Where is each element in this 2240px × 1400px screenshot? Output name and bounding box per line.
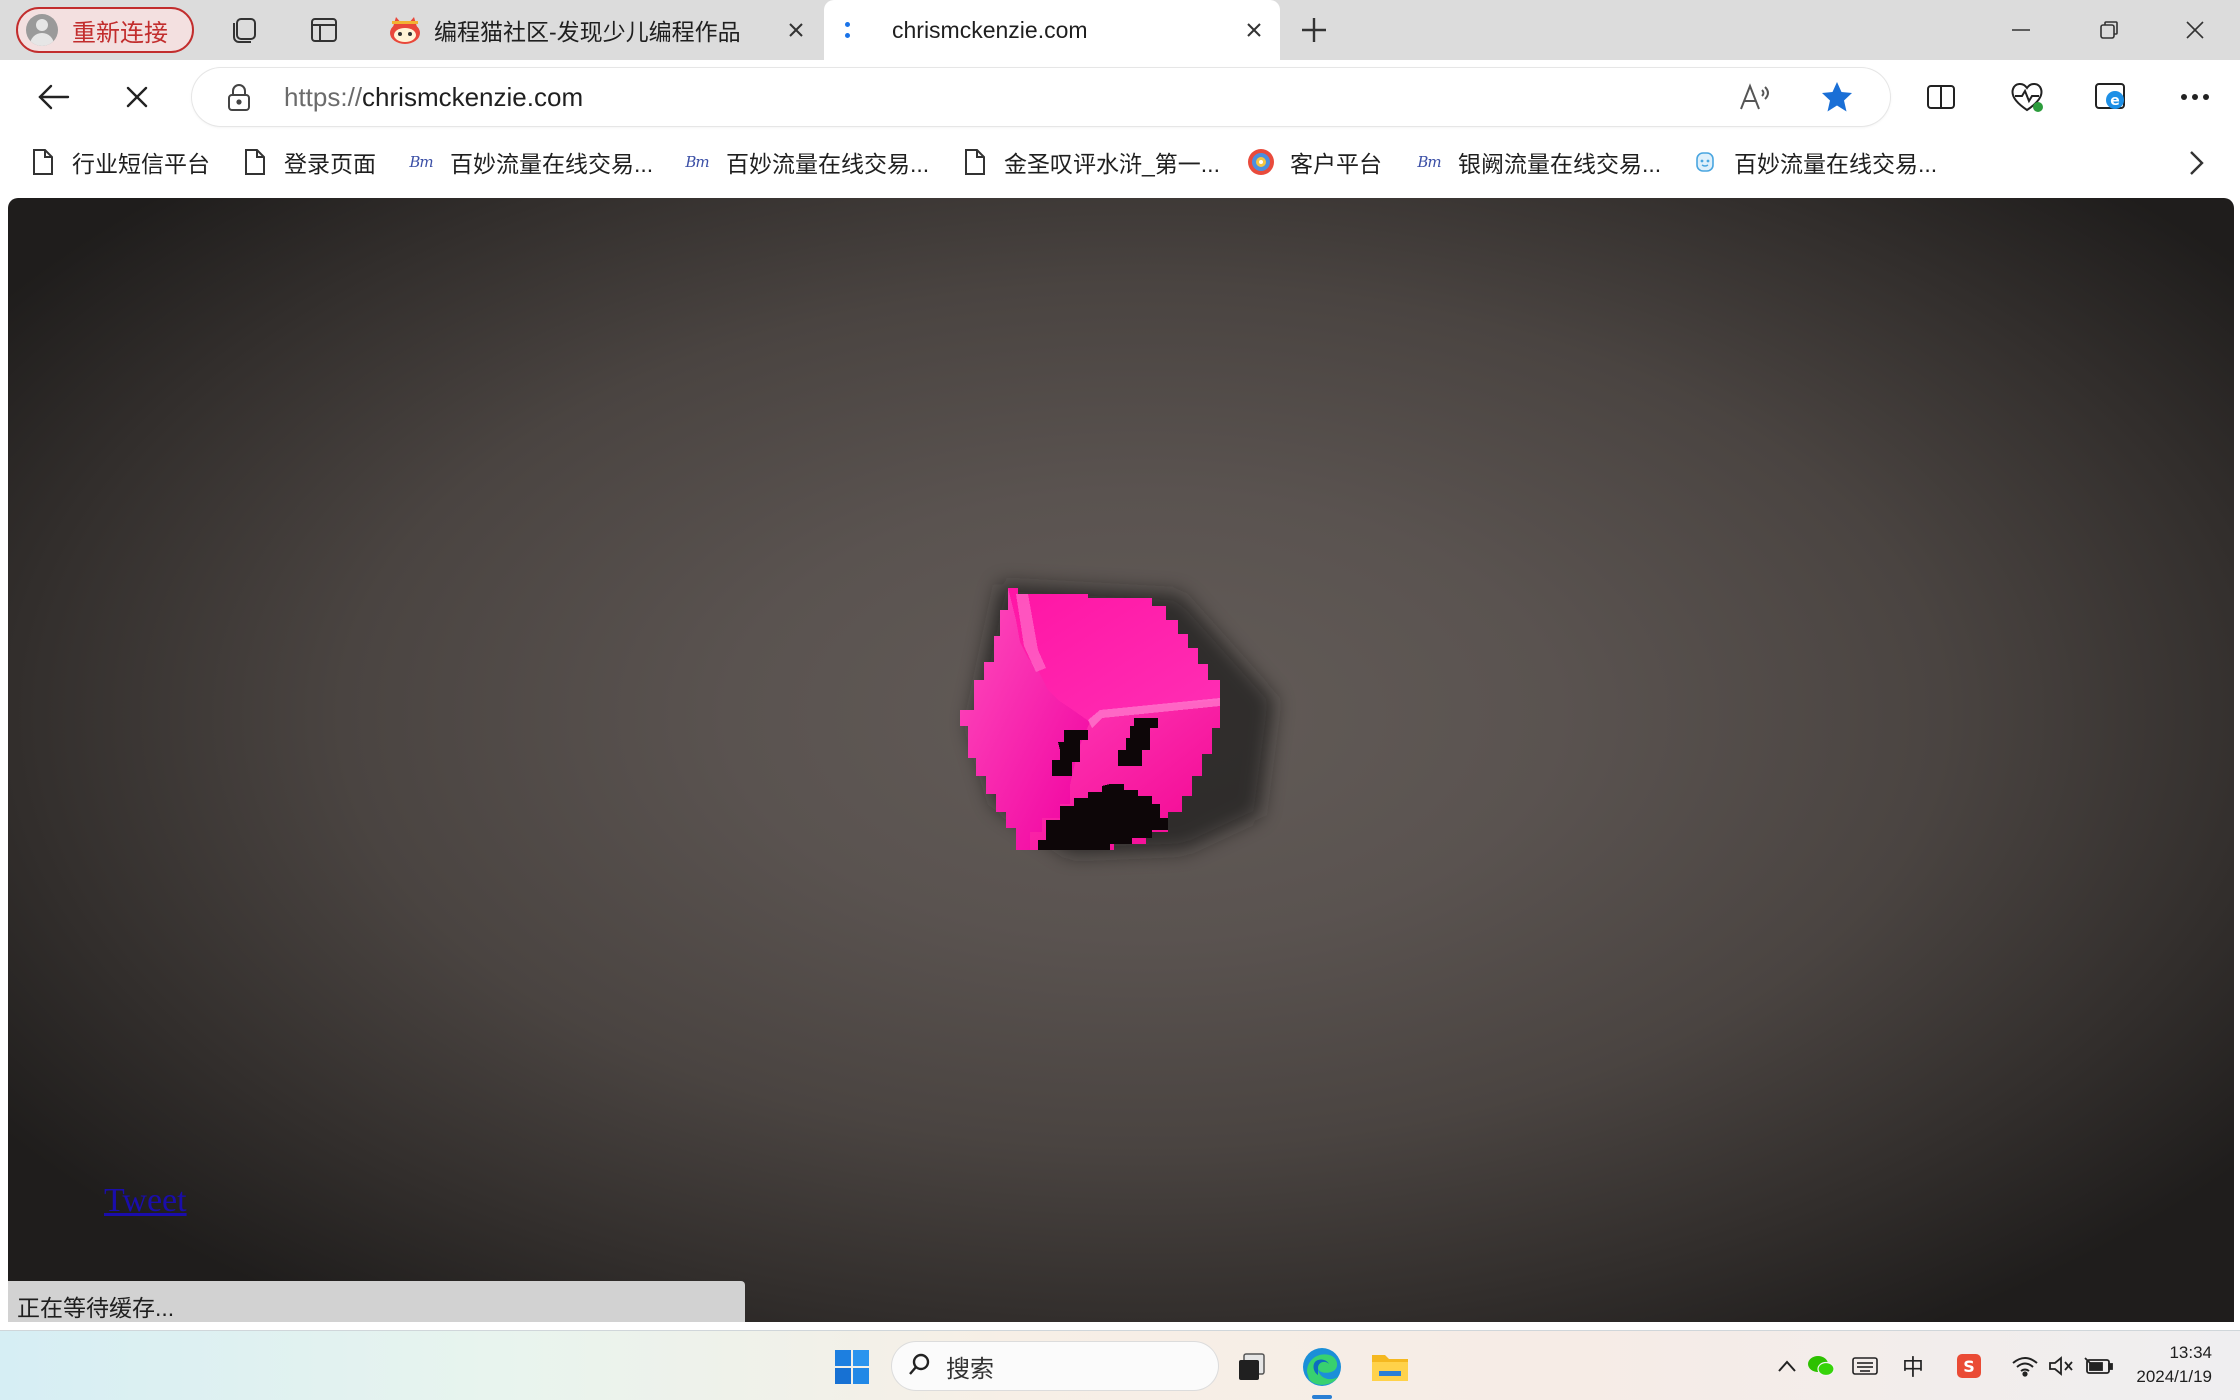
tab-title: 编程猫社区-发现少儿编程作品: [434, 19, 741, 45]
page-icon: [28, 147, 58, 177]
edge-taskbar-icon[interactable]: [1296, 1341, 1348, 1399]
workspaces-icon[interactable]: [226, 12, 262, 48]
favorites-bar: 行业短信平台 登录页面 Bm 百妙流量在线交易... Bm 百妙流量在线交易..…: [0, 132, 2240, 194]
navigation-toolbar: https://chrismckenzie.com e: [0, 60, 2240, 132]
script-logo-icon: Bm: [1417, 153, 1441, 171]
keyboard-icon[interactable]: [1850, 1351, 1880, 1381]
split-screen-icon[interactable]: [1918, 74, 1964, 120]
script-logo-icon: Bm: [409, 153, 433, 171]
bookmark-label: 银阙流量在线交易...: [1458, 151, 1662, 177]
blue-face-icon: [1690, 147, 1720, 177]
more-menu-icon[interactable]: [2172, 74, 2218, 120]
clock-time: 13:34: [2169, 1343, 2212, 1362]
bookmark-item[interactable]: Bm 银阙流量在线交易...: [1414, 144, 1661, 180]
page-icon: [240, 147, 270, 177]
new-tab-button[interactable]: [1296, 12, 1332, 48]
chevron-up-icon[interactable]: [1772, 1351, 1802, 1381]
address-bar[interactable]: https://chrismckenzie.com: [192, 68, 1890, 126]
tab-codemao[interactable]: 编程猫社区-发现少儿编程作品: [372, 0, 822, 60]
bookmark-label: 金圣叹评水浒_第一...: [1004, 151, 1220, 177]
svg-text:e: e: [2110, 93, 2120, 109]
search-icon: [908, 1352, 932, 1381]
script-logo-icon: Bm: [685, 153, 709, 171]
tweet-link[interactable]: Tweet: [104, 1182, 187, 1220]
task-view-icon[interactable]: [1226, 1341, 1278, 1393]
active-indicator: [1312, 1395, 1332, 1399]
wps-icon[interactable]: S: [1954, 1351, 1984, 1381]
bookmark-label: 登录页面: [284, 151, 376, 177]
url-host: chrismckenzie.com: [362, 82, 584, 112]
stop-loading-button[interactable]: [114, 74, 160, 120]
browser-essentials-icon[interactable]: [2004, 74, 2050, 120]
close-window-button[interactable]: [2170, 10, 2220, 50]
bookmark-item[interactable]: 百妙流量在线交易...: [1690, 144, 1937, 180]
url-scheme: https://: [284, 82, 363, 112]
close-icon[interactable]: [1242, 18, 1266, 42]
chevron-right-icon[interactable]: [2182, 148, 2210, 178]
bookmark-label: 百妙流量在线交易...: [1734, 151, 1938, 177]
bookmark-item[interactable]: 客户平台: [1246, 144, 1382, 180]
back-button[interactable]: [30, 74, 76, 120]
minimize-button[interactable]: [1996, 10, 2046, 50]
restore-button[interactable]: [2084, 10, 2134, 50]
profile-label: 重新连接: [72, 19, 168, 47]
windows-start-icon[interactable]: [826, 1341, 878, 1393]
bookmark-item[interactable]: Bm 百妙流量在线交易...: [682, 144, 929, 180]
svg-text:S: S: [1963, 1357, 1975, 1376]
lock-icon[interactable]: [226, 84, 252, 112]
colorful-circle-icon: [1246, 147, 1276, 177]
codemao-cat-icon: [388, 15, 422, 45]
status-bar: 正在等待缓存...: [8, 1281, 745, 1322]
ime-indicator[interactable]: 中: [1898, 1351, 1928, 1381]
wechat-icon[interactable]: [1806, 1351, 1836, 1381]
bookmark-item[interactable]: 行业短信平台: [28, 144, 210, 180]
page-viewport: Tweet: [8, 198, 2234, 1322]
bookmark-label: 百妙流量在线交易...: [450, 151, 654, 177]
avatar-icon: [26, 14, 58, 46]
search-label: 搜索: [946, 1355, 994, 1383]
bookmark-item[interactable]: 金圣叹评水浒_第一...: [960, 144, 1220, 180]
bookmark-item[interactable]: Bm 百妙流量在线交易...: [406, 144, 653, 180]
loading-icon: [842, 20, 852, 40]
read-aloud-icon[interactable]: [1738, 81, 1772, 113]
url-text[interactable]: https://chrismckenzie.com: [284, 82, 583, 113]
profile-button[interactable]: 重新连接: [16, 7, 194, 53]
close-icon[interactable]: [784, 18, 808, 42]
tab-strip: 重新连接 编程猫社区-发现少儿编程作品 chrismckenzie.com: [0, 0, 2240, 60]
tab-title: chrismckenzie.com: [892, 16, 1088, 43]
taskbar-search[interactable]: 搜索: [892, 1342, 1218, 1390]
page-icon: [960, 147, 990, 177]
bookmark-label: 客户平台: [1290, 151, 1382, 177]
system-clock[interactable]: 13:34 2024/1/19: [2136, 1341, 2212, 1389]
tab-chrismckenzie[interactable]: chrismckenzie.com: [824, 0, 1280, 60]
bookmark-label: 百妙流量在线交易...: [726, 151, 930, 177]
bookmark-item[interactable]: 登录页面: [240, 144, 376, 180]
file-explorer-icon[interactable]: [1364, 1341, 1416, 1393]
bookmark-label: 行业短信平台: [72, 151, 210, 177]
clock-date: 2024/1/19: [2136, 1367, 2212, 1386]
pixel-cube-character: [960, 584, 1275, 855]
battery-icon[interactable]: [2084, 1351, 2114, 1381]
ie-mode-icon[interactable]: e: [2088, 74, 2134, 120]
taskbar: 搜索 中 S 13:34 2024/1/19: [0, 1330, 2240, 1400]
wifi-icon[interactable]: [2010, 1351, 2040, 1381]
tab-actions-icon[interactable]: [306, 12, 342, 48]
volume-muted-icon[interactable]: [2046, 1351, 2076, 1381]
favorite-star-icon[interactable]: [1820, 80, 1854, 114]
